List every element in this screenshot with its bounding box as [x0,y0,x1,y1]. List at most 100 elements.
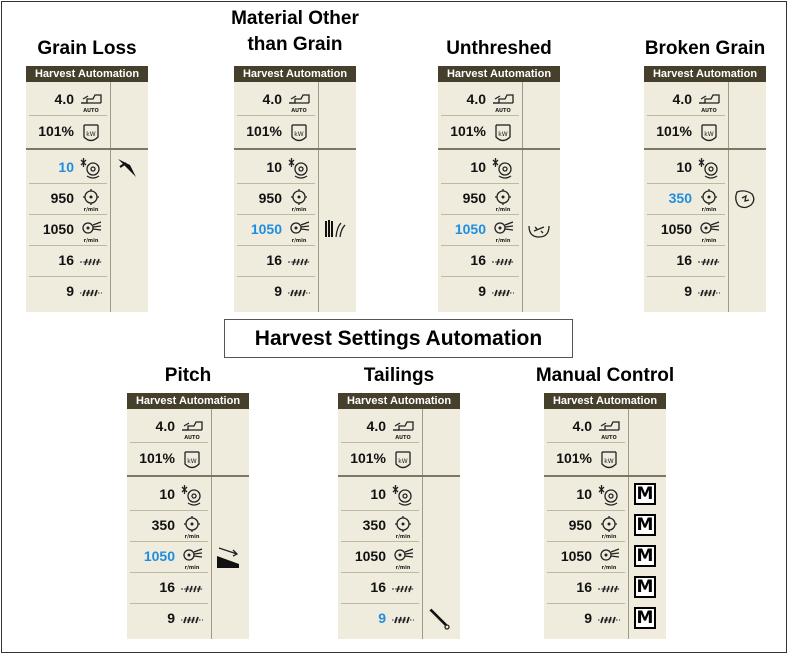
auto-value: 4.0 [366,418,386,434]
setting-row-sieve[interactable]: 9 [127,603,211,634]
setting-row-sieve[interactable]: 9 [438,276,522,307]
column-divider [728,82,729,148]
rotor-speed-icon: r/min [390,513,416,540]
setting-row-engine[interactable]: 101% kW [26,116,110,147]
engine-load-kw-icon: kW [78,119,104,145]
setting-row-sieve[interactable]: 9 [234,276,318,307]
setting-row-concave[interactable]: 10 [644,152,728,183]
setting-row-engine[interactable]: 101% kW [438,116,522,147]
setting-row-sieve[interactable]: 9 [644,276,728,307]
fan-speed-icon: r/min [390,544,416,571]
svg-text:AUTO: AUTO [701,108,716,113]
fan-value: 1050 [454,221,486,237]
setting-row-sieve[interactable]: 9 [26,276,110,307]
chaffer-opening-icon [78,248,104,274]
fan-value: 1050 [250,221,282,237]
setting-row-rotor[interactable]: 950 r/min [234,183,318,214]
svg-text:r/min: r/min [84,238,99,243]
sieve-value: 9 [66,283,74,299]
auto-value: 4.0 [466,91,486,107]
setting-row-engine[interactable]: 101% kW [127,443,211,474]
setting-row-fan[interactable]: 1050 r/min [234,214,318,245]
column-divider [110,82,111,148]
setting-row-fan[interactable]: 1050 r/min [438,214,522,245]
harvest-automation-panel: Harvest Automation 4.0 AUTO 101% kW 10 950 r/mi… [234,66,356,312]
setting-row-fan[interactable]: 1050 r/min [127,541,211,572]
chaffer-value: 16 [370,579,386,595]
setting-row-chaffer[interactable]: 16 [438,245,522,276]
setting-row-rotor[interactable]: 950 r/min [438,183,522,214]
setting-row-auto[interactable]: 4.0 AUTO [127,411,211,442]
auto-value: 4.0 [572,418,592,434]
setting-row-auto[interactable]: 4.0 AUTO [26,84,110,115]
svg-text:AUTO: AUTO [291,108,306,113]
manual-mode-indicator[interactable]: M [634,576,656,598]
svg-text:AUTO: AUTO [395,435,410,440]
panel-title: Manual Control [535,365,675,386]
svg-text:kW: kW [86,131,95,138]
setting-row-sieve[interactable]: 9 [544,603,628,634]
setting-row-rotor[interactable]: 350 r/min [644,183,728,214]
auto-value: 4.0 [262,91,282,107]
setting-row-rotor[interactable]: 950 r/min [544,510,628,541]
setting-row-rotor[interactable]: 350 r/min [338,510,422,541]
rotor-speed-icon: r/min [286,186,312,213]
setting-row-fan[interactable]: 1050 r/min [544,541,628,572]
fan-speed-icon: r/min [490,217,516,244]
setting-row-chaffer[interactable]: 16 [544,572,628,603]
concave-clearance-icon [179,482,205,508]
engine-value: 101% [450,123,486,139]
setting-row-auto[interactable]: 4.0 AUTO [438,84,522,115]
setting-row-auto[interactable]: 4.0 AUTO [338,411,422,442]
panel-header: Harvest Automation [127,393,249,409]
manual-mode-indicator[interactable]: M [634,545,656,567]
setting-row-chaffer[interactable]: 16 [644,245,728,276]
setting-row-auto[interactable]: 4.0 AUTO [544,411,628,442]
engine-load-kw-icon: kW [596,446,622,472]
column-divider [522,82,523,148]
panel-header: Harvest Automation [438,66,560,82]
column-divider [211,477,212,639]
setting-row-engine[interactable]: 101% kW [338,443,422,474]
panel-title: Unthreshed [446,38,552,59]
setting-row-fan[interactable]: 1050 r/min [338,541,422,572]
setting-row-auto[interactable]: 4.0 AUTO [234,84,318,115]
setting-row-fan[interactable]: 1050 r/min [26,214,110,245]
rotor-speed-icon: r/min [596,513,622,540]
setting-row-concave[interactable]: 10 [544,479,628,510]
setting-row-sieve[interactable]: 9 [338,603,422,634]
column-divider [522,150,523,312]
setting-row-concave[interactable]: 10 [438,152,522,183]
auto-header-icon: AUTO [286,87,312,114]
setting-row-engine[interactable]: 101% kW [234,116,318,147]
setting-row-fan[interactable]: 1050 r/min [644,214,728,245]
setting-row-chaffer[interactable]: 16 [234,245,318,276]
manual-mode-indicator[interactable]: M [634,483,656,505]
setting-row-concave[interactable]: 10 [127,479,211,510]
setting-row-chaffer[interactable]: 16 [338,572,422,603]
setting-row-rotor[interactable]: 350 r/min [127,510,211,541]
column-divider [628,477,629,639]
setting-row-chaffer[interactable]: 16 [127,572,211,603]
setting-row-chaffer[interactable]: 16 [26,245,110,276]
sieve-value: 9 [378,610,386,626]
panel-title: Material Other than Grain [231,8,359,55]
concave-value: 10 [58,159,74,175]
setting-row-engine[interactable]: 101% kW [644,116,728,147]
sieve-opening-icon [179,606,205,632]
fan-value: 1050 [42,221,74,237]
column-divider [422,409,423,475]
engine-load-kw-icon: kW [179,446,205,472]
manual-mode-indicator[interactable]: M [634,607,656,629]
setting-row-concave[interactable]: 10 [338,479,422,510]
sieve-value: 9 [274,283,282,299]
column-divider [211,409,212,475]
setting-row-engine[interactable]: 101% kW [544,443,628,474]
setting-row-auto[interactable]: 4.0 AUTO [644,84,728,115]
manual-mode-indicator[interactable]: M [634,514,656,536]
setting-row-concave[interactable]: 10 [26,152,110,183]
setting-row-concave[interactable]: 10 [234,152,318,183]
concave-clearance-icon [390,482,416,508]
concave-clearance-icon [490,155,516,181]
setting-row-rotor[interactable]: 950 r/min [26,183,110,214]
